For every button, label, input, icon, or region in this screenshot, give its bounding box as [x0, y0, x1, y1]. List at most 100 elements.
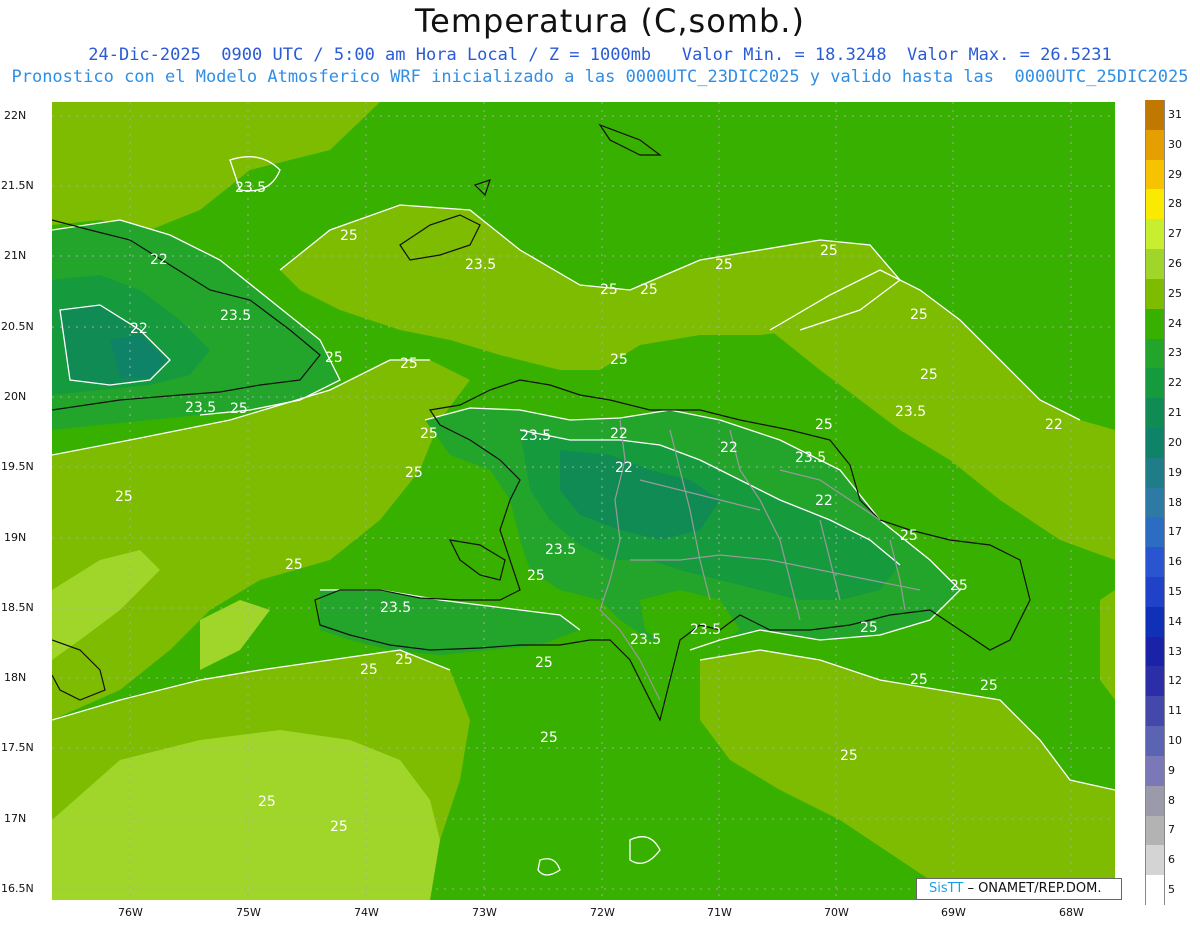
colorbar-label: 18: [1168, 495, 1182, 509]
colorbar-label: 8: [1168, 793, 1175, 807]
contour-label: 23.5: [520, 428, 552, 444]
y-label: 22N: [4, 109, 27, 122]
contour-label: 25: [820, 243, 838, 259]
colorbar-swatch: [1146, 696, 1164, 727]
colorbar-label: 30: [1168, 137, 1182, 151]
colorbar-swatch: [1146, 159, 1164, 190]
colorbar-swatch: [1146, 547, 1164, 578]
contour-label: 23.5: [380, 600, 412, 616]
colorbar-label: 15: [1168, 584, 1182, 598]
contour-label: 25: [258, 794, 276, 810]
contour-label: 22: [130, 321, 148, 337]
colorbar-swatch: [1146, 666, 1164, 697]
contour-label: 22: [720, 440, 738, 456]
contour-label: 25: [840, 748, 858, 764]
contour-label: 23.5: [220, 308, 252, 324]
contour-label: 25: [610, 352, 628, 368]
contour-label: 25: [405, 465, 423, 481]
contour-label: 22: [610, 426, 628, 442]
y-label: 19.5N: [1, 460, 34, 473]
colorbar-label: 29: [1168, 167, 1182, 181]
credit-brand: SisTT: [929, 881, 964, 896]
colorbar-label: 27: [1168, 227, 1182, 241]
contour-label: 23.5: [630, 632, 662, 648]
x-label: 74W: [354, 906, 379, 919]
colorbar-label: 31: [1168, 107, 1182, 121]
contour-label: 25: [640, 282, 658, 298]
contour-label: 25: [950, 578, 968, 594]
colorbar-swatch: [1146, 755, 1164, 787]
colorbar-swatch: [1146, 815, 1164, 846]
x-label: 75W: [236, 906, 261, 919]
contour-label: 25: [395, 652, 413, 668]
colorbar-label: 11: [1168, 704, 1182, 718]
credit-text: – ONAMET/REP.DOM.: [967, 881, 1102, 896]
contour-label: 25: [115, 489, 133, 505]
x-label: 72W: [590, 906, 615, 919]
colorbar-swatch: [1146, 249, 1164, 280]
contour-label: 25: [330, 819, 348, 835]
contour-label: 25: [600, 282, 618, 298]
contour-label: 25: [400, 356, 418, 372]
colorbar-swatch: [1146, 219, 1164, 250]
contour-label: 23.5: [895, 404, 927, 420]
contour-label: 25: [910, 307, 928, 323]
y-label: 21N: [4, 249, 27, 262]
temperature-colorbar: [1145, 100, 1165, 906]
colorbar-label: 16: [1168, 555, 1182, 569]
colorbar-label: 22: [1168, 376, 1182, 390]
contour-label: 25: [980, 678, 998, 694]
contour-label: 25: [715, 257, 733, 273]
colorbar-label: 12: [1168, 674, 1182, 688]
x-label: 68W: [1059, 906, 1084, 919]
colorbar-swatch: [1146, 427, 1164, 459]
colorbar-swatch: [1146, 189, 1164, 220]
y-label: 17.5N: [1, 741, 34, 754]
credit-box: SisTT – ONAMET/REP.DOM.: [916, 878, 1122, 900]
x-label: 73W: [472, 906, 497, 919]
colorbar-label: 7: [1168, 823, 1175, 837]
contour-label: 23.5: [545, 542, 577, 558]
colorbar-label: 23: [1168, 346, 1182, 360]
colorbar-label: 25: [1168, 286, 1182, 300]
colorbar-swatch: [1146, 457, 1164, 489]
y-label: 16.5N: [1, 882, 34, 895]
colorbar-label: 24: [1168, 316, 1182, 330]
contour-label: 25: [527, 568, 545, 584]
colorbar-label: 9: [1168, 763, 1175, 777]
y-label: 18.5N: [1, 601, 34, 614]
contour-label: 25: [535, 655, 553, 671]
contour-label: 23.5: [465, 257, 497, 273]
contour-label: 22: [1045, 417, 1063, 433]
colorbar-swatch: [1146, 129, 1164, 161]
y-label: 20.5N: [1, 320, 34, 333]
contour-label: 23.5: [690, 622, 722, 638]
contour-label: 25: [230, 401, 248, 417]
contour-label: 25: [540, 730, 558, 746]
y-label: 20N: [4, 390, 27, 403]
contour-label: 25: [815, 417, 833, 433]
colorbar-swatch: [1146, 845, 1164, 876]
x-label: 71W: [707, 906, 732, 919]
colorbar-label: 14: [1168, 614, 1182, 628]
colorbar-label: 5: [1168, 883, 1175, 897]
contour-label: 22: [150, 252, 168, 268]
contour-label: 25: [285, 557, 303, 573]
contour-label: 23.5: [185, 400, 217, 416]
contour-label: 25: [420, 426, 438, 442]
contour-label: 25: [910, 672, 928, 688]
contour-label: 25: [920, 367, 938, 383]
x-label: 69W: [941, 906, 966, 919]
colorbar-label: 28: [1168, 197, 1182, 211]
y-label: 18N: [4, 671, 27, 684]
colorbar-label: 17: [1168, 525, 1182, 539]
colorbar-label: 21: [1168, 406, 1182, 420]
colorbar-label: 26: [1168, 256, 1182, 270]
colorbar-label: 20: [1168, 435, 1182, 449]
colorbar-label: 13: [1168, 644, 1182, 658]
colorbar-swatch: [1146, 100, 1164, 131]
colorbar-swatch: [1146, 785, 1164, 817]
colorbar-swatch: [1146, 278, 1164, 310]
contour-label: 25: [860, 620, 878, 636]
contour-label: 25: [340, 228, 358, 244]
